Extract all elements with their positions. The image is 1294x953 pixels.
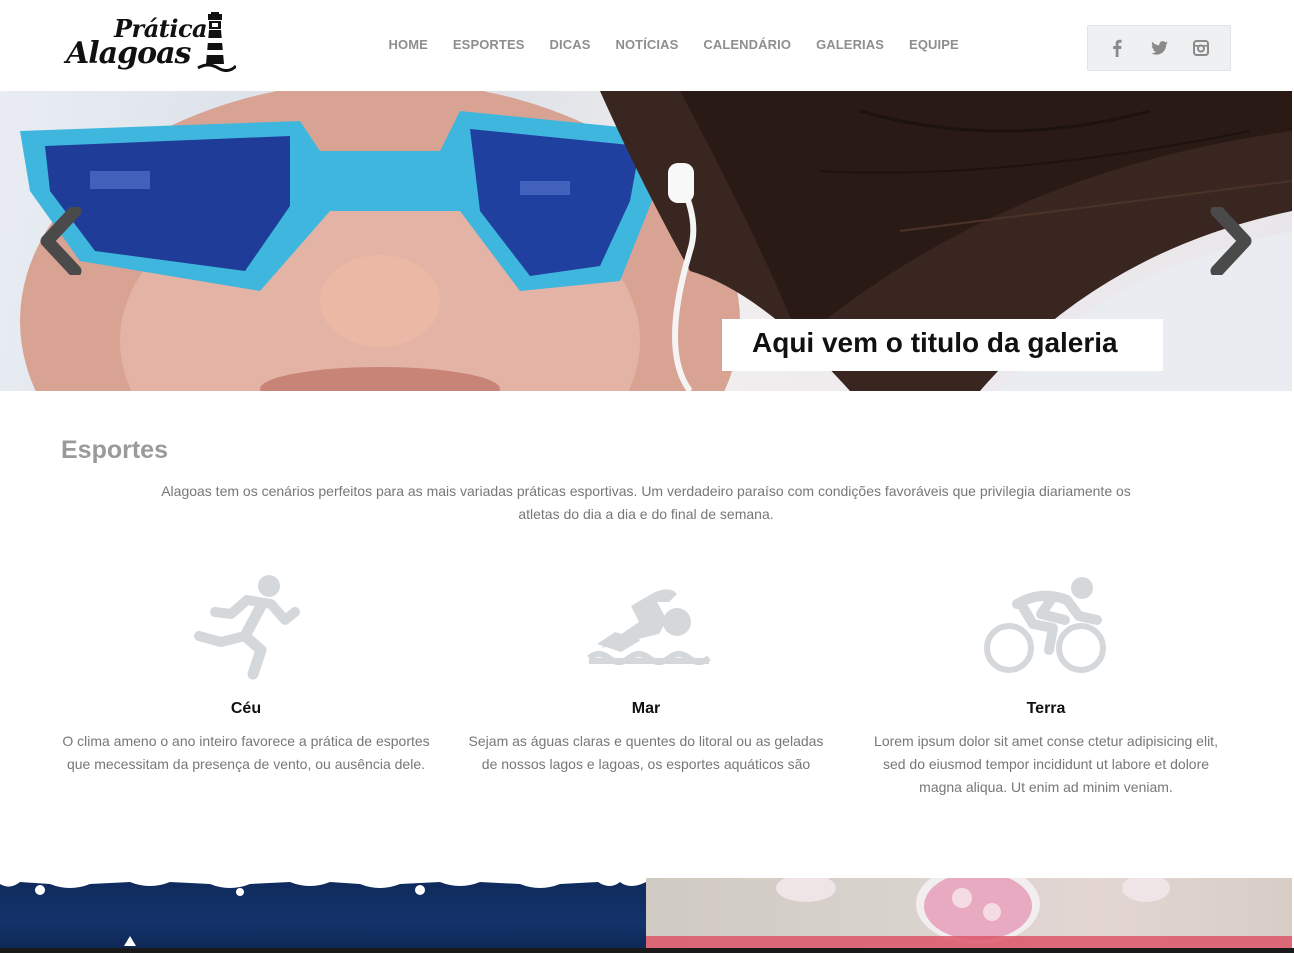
bottom-bar [0, 948, 1294, 953]
nav-esportes[interactable]: ESPORTES [440, 37, 537, 52]
twitter-icon[interactable] [1149, 38, 1169, 58]
cyclist-icon [981, 570, 1111, 680]
feature-title: Céu [230, 700, 262, 717]
feature-title: Mar [631, 700, 661, 717]
instagram-icon[interactable] [1191, 38, 1211, 58]
feature-ceu: Céu O clima ameno o ano inteiro favorece… [61, 570, 431, 776]
slider-prev-arrow[interactable] [37, 207, 83, 275]
site-header: Prática Alagoas HOME ESPORTES DICAS NOTÍ… [0, 0, 1294, 91]
gallery-slider: Aqui vem o titulo da galeria [0, 91, 1292, 391]
gallery-tile-left[interactable] [0, 878, 646, 953]
slide-caption-box[interactable]: Aqui vem o titulo da galeria [722, 319, 1163, 371]
nav-calendario[interactable]: CALENDÁRIO [691, 37, 804, 52]
section-title: Esportes [61, 436, 168, 464]
feature-title: Terra [1026, 700, 1066, 717]
feature-terra: Terra Lorem ipsum dolor sit amet conse c… [861, 570, 1231, 799]
feature-mar: Mar Sejam as águas claras e quentes do l… [461, 570, 831, 776]
site-logo[interactable]: Prática Alagoas [64, 12, 236, 76]
nav-home[interactable]: HOME [376, 37, 440, 52]
feature-text: Lorem ipsum dolor sit amet conse ctetur … [874, 733, 1218, 795]
section-intro: Alagoas tem os cenários perfeitos para a… [161, 483, 1131, 522]
nav-dicas[interactable]: DICAS [537, 37, 603, 52]
nav-equipe[interactable]: EQUIPE [897, 37, 972, 52]
nav-galerias[interactable]: GALERIAS [804, 37, 897, 52]
main-nav: HOME ESPORTES DICAS NOTÍCIAS CALENDÁRIO … [376, 37, 971, 52]
logo-text-line2: Alagoas [66, 36, 191, 71]
facebook-icon[interactable] [1107, 38, 1127, 58]
social-links [1087, 25, 1231, 71]
feature-text: O clima ameno o ano inteiro favorece a p… [62, 733, 430, 772]
swimmer-icon [581, 570, 711, 680]
tile-image-left [0, 878, 646, 946]
tile-image-right [646, 878, 1292, 953]
slider-next-arrow[interactable] [1209, 207, 1255, 275]
runner-icon [181, 570, 311, 680]
nav-noticias[interactable]: NOTÍCIAS [603, 37, 691, 52]
feature-text: Sejam as águas claras e quentes do litor… [468, 733, 824, 772]
slide-caption: Aqui vem o titulo da galeria [752, 327, 1118, 358]
lighthouse-icon [197, 12, 236, 73]
gallery-tile-right[interactable] [646, 878, 1292, 953]
